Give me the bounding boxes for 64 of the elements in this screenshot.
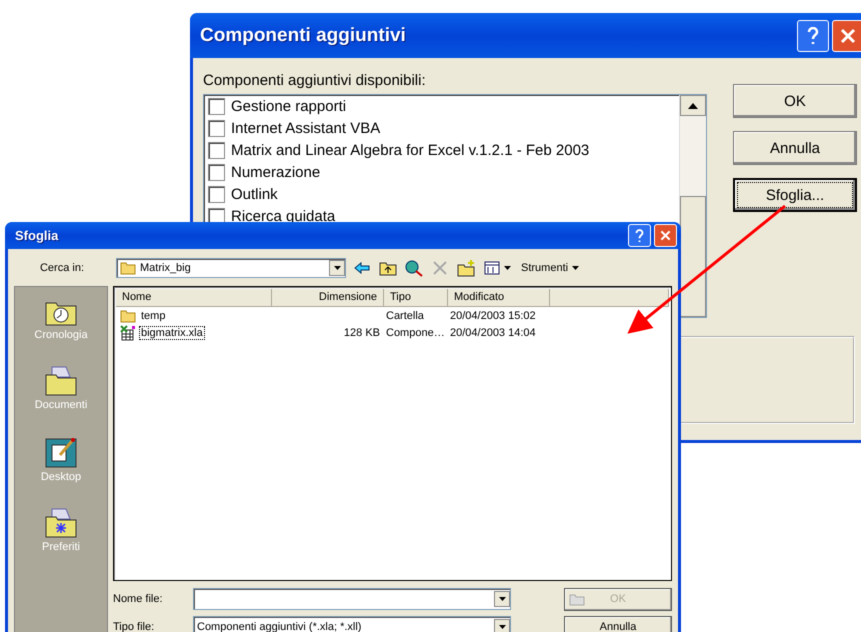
cancel-button[interactable]: Annulla xyxy=(564,616,672,632)
folder-icon xyxy=(120,261,136,275)
file-type-label: Tipo file: xyxy=(113,621,156,632)
look-in-label: Cerca in: xyxy=(38,262,86,274)
help-button[interactable] xyxy=(628,224,651,247)
file-date: 20/04/2003 14:04 xyxy=(449,326,537,338)
add-in-name: Gestione rapporti xyxy=(231,98,346,115)
add-in-name: Numerazione xyxy=(231,164,320,181)
close-icon xyxy=(660,230,671,241)
scroll-thumb[interactable] xyxy=(680,196,706,317)
file-type: Compone… xyxy=(385,326,446,338)
folder-name: Matrix_big xyxy=(140,262,191,274)
help-button[interactable] xyxy=(797,20,829,52)
file-type-value: Componenti aggiuntivi (*.xla; *.xll) xyxy=(197,621,362,632)
add-in-name: Matrix and Linear Algebra for Excel v.1.2.1 - Feb 2003 xyxy=(231,142,590,159)
column-header[interactable]: Nome xyxy=(116,289,272,307)
new-folder-icon[interactable] xyxy=(456,259,476,277)
help-icon xyxy=(635,228,644,242)
dialog-button[interactable]: Sfoglia... xyxy=(733,178,857,212)
help-icon xyxy=(807,26,819,44)
window-title: Componenti aggiuntivi xyxy=(200,24,406,46)
column-header[interactable]: Dimensione xyxy=(272,289,384,307)
close-button[interactable] xyxy=(654,224,677,247)
spreadsheet-addin-icon xyxy=(120,324,136,340)
dropdown-arrow-icon xyxy=(334,266,340,270)
column-header[interactable]: Modificato xyxy=(448,289,550,307)
window-title: Sfoglia xyxy=(15,228,58,243)
dropdown-arrow-icon xyxy=(572,266,580,270)
add-in-name: Outlink xyxy=(231,186,278,203)
file-name-field[interactable] xyxy=(193,588,511,610)
desktop-icon xyxy=(44,435,78,469)
dialog-button[interactable]: OK xyxy=(733,84,857,118)
checkbox[interactable] xyxy=(208,186,225,203)
dialog-button[interactable]: Annulla xyxy=(733,131,857,165)
add-in-name: Internet Assistant VBA xyxy=(231,120,380,137)
file-type-dropdown[interactable]: Componenti aggiuntivi (*.xla; *.xll) xyxy=(193,616,511,632)
star-folder-icon xyxy=(44,507,78,539)
close-button[interactable] xyxy=(832,20,861,52)
back-arrow-icon[interactable] xyxy=(352,259,372,277)
checkbox[interactable] xyxy=(208,164,225,181)
scrollbar[interactable] xyxy=(679,95,706,317)
scroll-up-button[interactable] xyxy=(680,95,706,116)
look-in-dropdown[interactable]: Matrix_big xyxy=(116,258,346,278)
close-icon xyxy=(840,28,856,44)
file-row[interactable]: bigmatrix.xla 128 KB Compone… 20/04/2003 14:04 xyxy=(116,324,669,341)
add-in-name: Ricerca guidata xyxy=(231,208,336,225)
dropdown-arrow-icon xyxy=(498,625,506,629)
file-name: temp xyxy=(140,308,166,322)
views-menu-button[interactable] xyxy=(482,261,513,275)
file-size: 128 KB xyxy=(342,326,381,338)
dropdown-arrow-icon xyxy=(504,266,511,270)
list-label: Componenti aggiuntivi disponibili: xyxy=(203,72,426,89)
web-search-icon[interactable] xyxy=(404,259,424,277)
file-name: bigmatrix.xla xyxy=(139,326,205,340)
tools-menu[interactable]: Strumenti xyxy=(519,262,582,274)
views-icon xyxy=(484,261,500,275)
checkbox[interactable] xyxy=(208,120,225,137)
file-name-label: Nome file: xyxy=(113,593,164,605)
up-triangle-icon xyxy=(688,102,698,109)
checkbox[interactable] xyxy=(208,98,225,115)
documents-folder-icon xyxy=(44,365,78,397)
dropdown-arrow-icon xyxy=(498,597,506,601)
checkbox[interactable] xyxy=(208,142,225,159)
column-header[interactable]: Tipo xyxy=(384,289,448,307)
